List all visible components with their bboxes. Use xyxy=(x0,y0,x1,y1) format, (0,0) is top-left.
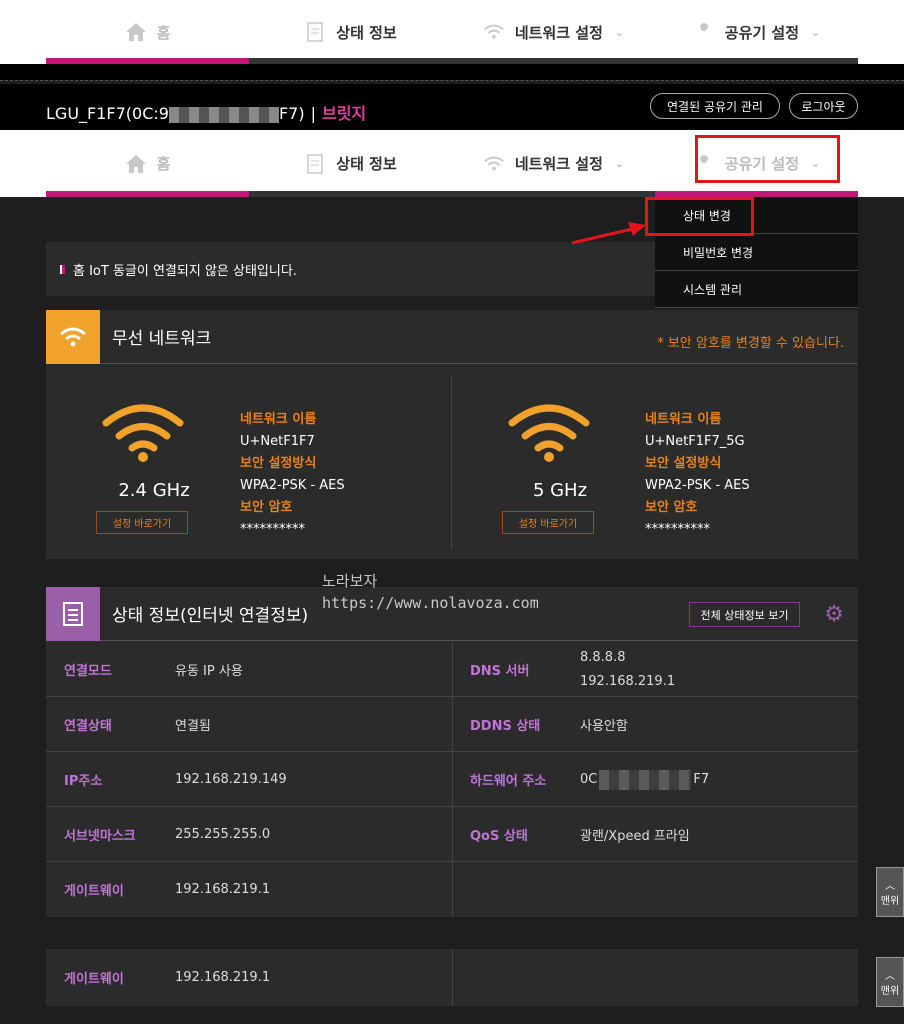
network-name: U+NetF1F7 xyxy=(240,434,315,449)
status-panel: 상태 정보(인터넷 연결정보) 전체 상태정보 보기 ⚙ 연결모드 유동 IP … xyxy=(46,586,858,917)
table-row: IP주소 192.168.219.149 하드웨어 주소 0C F7 xyxy=(46,752,858,807)
wifi-icon xyxy=(46,309,100,364)
table-row: 게이트웨이 192.168.219.1 xyxy=(46,862,858,917)
bullet-icon xyxy=(60,264,65,274)
wireless-panel: 무선 네트워크 * 보안 암호를 변경할 수 있습니다. 2.4 GHz 설정 … xyxy=(46,309,858,559)
security-password: ********** xyxy=(240,522,305,537)
tab-network-upper[interactable]: 네트워크 설정 ⌄ xyxy=(452,0,655,64)
wifi-icon xyxy=(102,404,184,462)
watermark: 노라보자 https://www.nolavoza.com xyxy=(322,572,539,612)
router-ssid: LGU_F1F7(0C:9 F7) | 브릿지 xyxy=(46,104,367,123)
redacted-mask xyxy=(599,769,692,790)
security-method: WPA2-PSK - AES xyxy=(645,478,750,493)
wifi-icon xyxy=(483,21,505,43)
back-to-top-button[interactable]: ︿ 맨위 xyxy=(876,867,904,917)
menu-item-system-management[interactable]: 시스템 관리 xyxy=(655,271,858,308)
security-password: ********** xyxy=(645,522,710,537)
home-icon xyxy=(125,153,147,175)
tab-status-upper[interactable]: 상태 정보 xyxy=(249,0,452,64)
chevron-down-icon: ⌄ xyxy=(614,25,625,39)
router-admin-page: 홈 상태 정보 네트워크 설정 ⌄ 공유기 설정 ⌄ LGU_F1F7(0C:9… xyxy=(0,0,904,1024)
tab-router-upper[interactable]: 공유기 설정 ⌄ xyxy=(655,0,858,64)
settings-shortcut-button[interactable]: 설정 바로가기 xyxy=(96,511,188,534)
table-row: 연결상태 연결됨 DDNS 상태 사용안함 xyxy=(46,697,858,752)
redacted-mask xyxy=(168,106,279,123)
table-row: 연결모드 유동 IP 사용 DNS 서버 8.8.8.8 192.168.219… xyxy=(46,642,858,697)
panel-title: 상태 정보(인터넷 연결정보) xyxy=(112,606,309,626)
logout-button[interactable]: 로그아웃 xyxy=(789,93,858,119)
gear-icon[interactable]: ⚙ xyxy=(824,602,844,627)
highlight-box xyxy=(645,197,754,236)
chevron-up-icon: ︿ xyxy=(885,971,895,982)
panel-title: 무선 네트워크 xyxy=(112,329,212,349)
page-header: LGU_F1F7(0C:9 F7) | 브릿지 연결된 공유기 관리 로그아웃 xyxy=(0,84,904,130)
document-icon xyxy=(46,586,100,641)
document-icon xyxy=(304,21,326,43)
tab-network-settings[interactable]: 네트워크 설정 ⌄ xyxy=(452,130,655,197)
red-arrow-icon xyxy=(571,222,646,245)
home-icon xyxy=(125,21,147,43)
chevron-down-icon: ⌄ xyxy=(614,157,625,170)
wifi-icon xyxy=(508,404,590,462)
chevron-up-icon: ︿ xyxy=(885,881,895,892)
menu-item-password-change[interactable]: 비밀번호 변경 xyxy=(655,234,858,271)
connected-routers-button[interactable]: 연결된 공유기 관리 xyxy=(650,93,780,119)
settings-shortcut-button[interactable]: 설정 바로가기 xyxy=(502,511,594,534)
band-5g: 5 GHz 설정 바로가기 네트워크 이름 U+NetF1F7_5G 보안 설정… xyxy=(452,365,857,559)
band-frequency: 5 GHz xyxy=(532,480,588,501)
table-row: 게이트웨이 192.168.219.1 xyxy=(46,949,858,1006)
tab-status[interactable]: 상태 정보 xyxy=(249,130,452,197)
wrench-icon xyxy=(693,21,715,43)
top-nav-bar-upper: 홈 상태 정보 네트워크 설정 ⌄ 공유기 설정 ⌄ xyxy=(0,0,904,64)
highlight-box xyxy=(695,135,840,183)
back-to-top-button[interactable]: ︿ 맨위 xyxy=(876,957,904,1007)
security-method: WPA2-PSK - AES xyxy=(240,478,345,493)
band-frequency: 2.4 GHz xyxy=(118,480,190,501)
table-row: 서브넷마스크 255.255.255.0 QoS 상태 광랜/Xpeed 프라임 xyxy=(46,807,858,862)
mode-label: 브릿지 xyxy=(321,104,367,123)
band-2g: 2.4 GHz 설정 바로가기 네트워크 이름 U+NetF1F7 보안 설정방… xyxy=(46,365,451,559)
network-name: U+NetF1F7_5G xyxy=(645,434,745,449)
wifi-icon xyxy=(483,153,505,175)
document-icon xyxy=(304,153,326,175)
view-all-status-button[interactable]: 전체 상태정보 보기 xyxy=(689,602,800,627)
security-note: * 보안 암호를 변경할 수 있습니다. xyxy=(657,336,844,351)
status-panel-extra: 게이트웨이 192.168.219.1 xyxy=(46,949,858,1006)
tab-home-upper[interactable]: 홈 xyxy=(46,0,249,64)
chevron-down-icon: ⌄ xyxy=(811,25,821,39)
tab-home[interactable]: 홈 xyxy=(46,130,249,197)
